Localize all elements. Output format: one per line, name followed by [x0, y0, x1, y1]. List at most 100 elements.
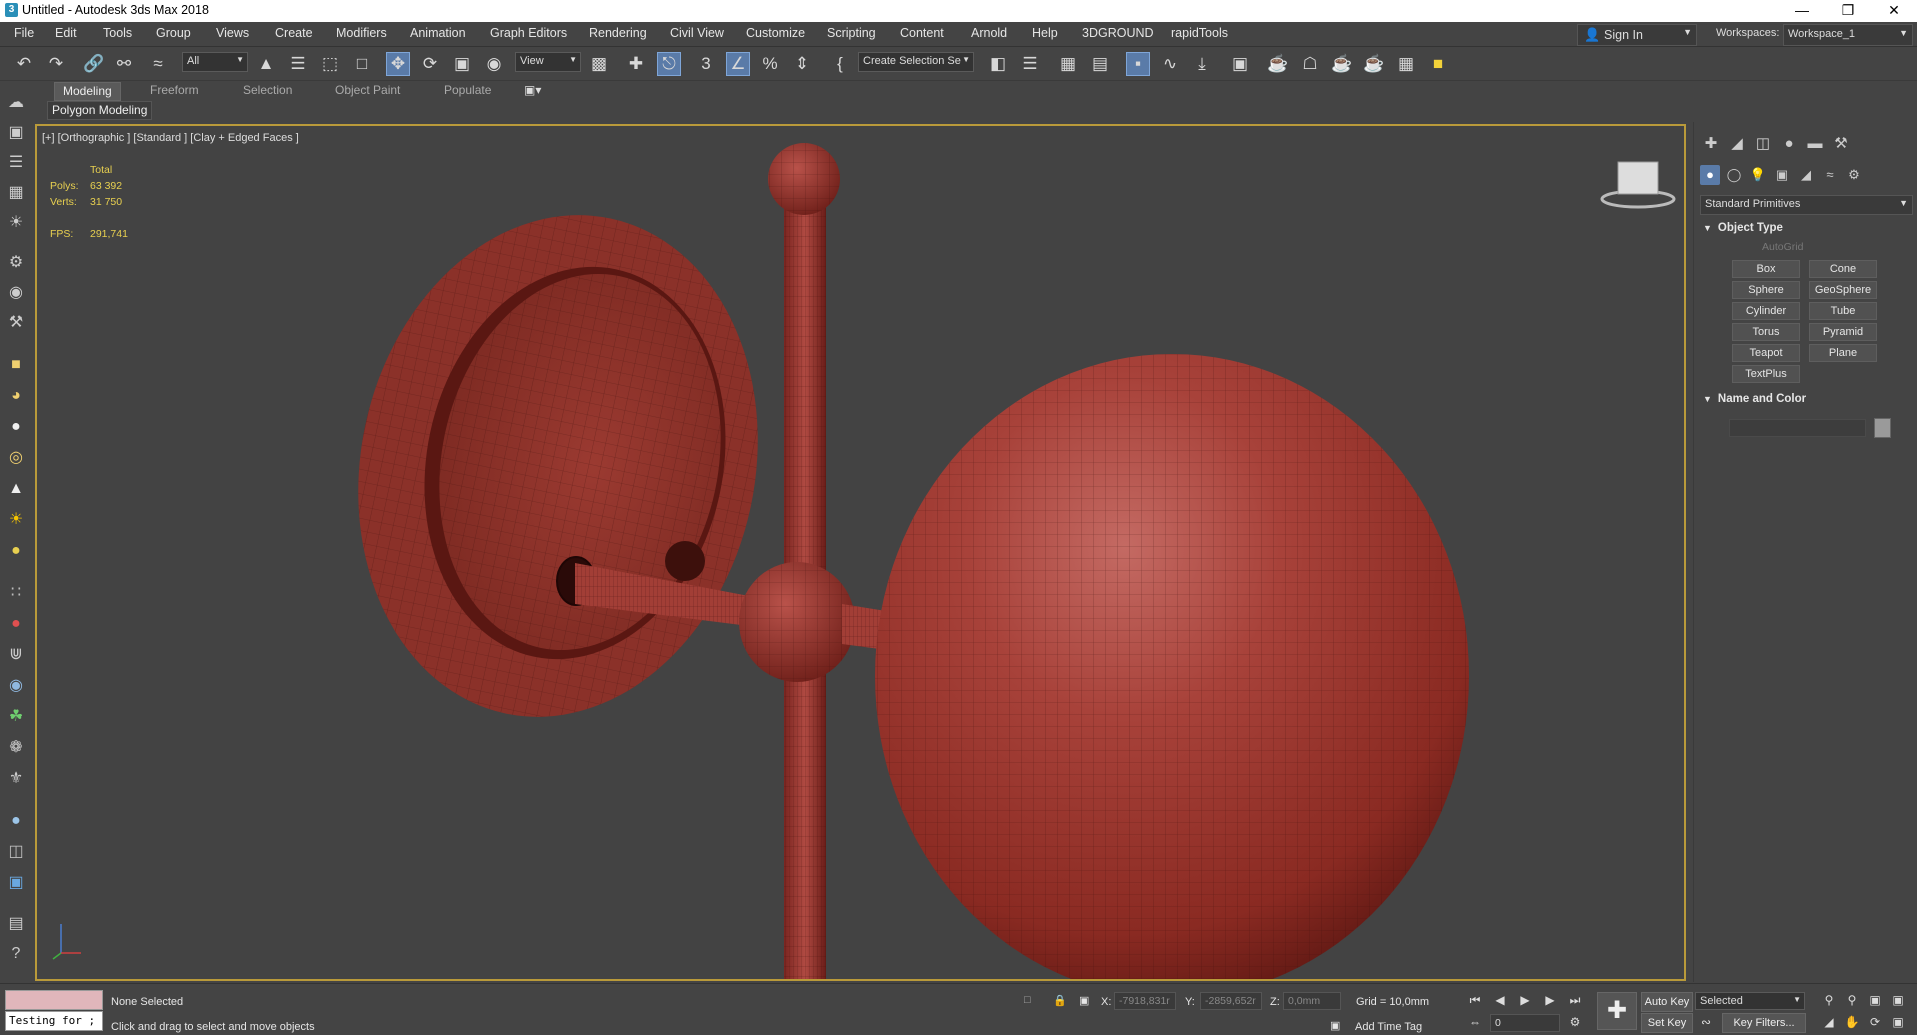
previous-frame-icon[interactable]: ◀ [1491, 992, 1509, 1008]
unlink-icon[interactable]: ⚯ [112, 52, 136, 76]
viewcube[interactable] [1600, 161, 1676, 209]
autogrid-checkbox[interactable]: AutoGrid [1762, 241, 1803, 253]
menu-content[interactable]: Content [900, 26, 944, 40]
bind-space-warp-icon[interactable]: ≈ [146, 52, 170, 76]
a360-gallery-icon[interactable]: ■ [1426, 52, 1450, 76]
menu-help[interactable]: Help [1032, 26, 1058, 40]
menu-animation[interactable]: Animation [410, 26, 466, 40]
menu-create[interactable]: Create [275, 26, 313, 40]
object-name-field[interactable] [1729, 419, 1866, 437]
redo-icon[interactable]: ↷ [44, 52, 68, 76]
sign-in-dropdown[interactable]: 👤 Sign In ▼ [1577, 24, 1697, 46]
toggle-ribbon-icon[interactable]: ▪ [1126, 52, 1150, 76]
box-button[interactable]: Box [1732, 260, 1800, 278]
y-coordinate-field[interactable]: -2859,652r [1200, 992, 1262, 1010]
set-key-button[interactable]: Set Key [1641, 1013, 1693, 1033]
isolate-icon[interactable]: □ [1024, 994, 1031, 1006]
menu-arnold[interactable]: Arnold [971, 26, 1007, 40]
helpers-icon[interactable]: ◢ [1796, 165, 1816, 185]
name-and-color-rollout[interactable]: ▼ Name and Color [1703, 393, 1806, 405]
menu-rapidtools[interactable]: rapidTools [1171, 26, 1228, 40]
render-in-cloud-icon[interactable]: ▦ [1394, 52, 1418, 76]
hierarchy-tab-icon[interactable]: ◫ [1752, 134, 1774, 154]
systems-icon[interactable]: ⚙ [1844, 165, 1864, 185]
viewport-orthographic[interactable]: [+] [Orthographic ] [Standard ] [Clay + … [35, 124, 1686, 981]
z-coordinate-field[interactable]: 0,0mm [1283, 992, 1341, 1010]
named-selection-dropdown[interactable]: Create Selection Se ▼ [858, 52, 974, 72]
torus-button[interactable]: Torus [1732, 323, 1800, 341]
system-icon[interactable]: ⚒ [5, 312, 27, 334]
globe-icon[interactable]: ◉ [5, 675, 27, 697]
select-and-place-icon[interactable]: ◉ [482, 52, 506, 76]
shapes-icon[interactable]: ◯ [1724, 165, 1744, 185]
tab-modeling[interactable]: Modeling [54, 82, 121, 101]
render-iterative-icon[interactable]: ☕ [1362, 52, 1386, 76]
particle-icon[interactable]: ∷ [5, 582, 27, 604]
menu-scripting[interactable]: Scripting [827, 26, 876, 40]
menu-group[interactable]: Group [156, 26, 191, 40]
render-icon[interactable]: ▣ [5, 872, 27, 894]
add-time-tag[interactable]: Add Time Tag [1355, 1021, 1422, 1033]
keyboard-shortcut-override-icon[interactable]: ⎋ [657, 52, 681, 76]
tab-populate[interactable]: Populate [436, 82, 499, 99]
camera-icon[interactable]: ◉ [5, 282, 27, 304]
primitives-category-dropdown[interactable]: Standard Primitives ▼ [1700, 195, 1913, 215]
play-icon[interactable]: ▶ [1516, 992, 1534, 1008]
set-key-big-button[interactable]: ✚ [1597, 992, 1637, 1030]
go-to-start-icon[interactable]: ⏮ [1466, 992, 1484, 1008]
ribbon-options-icon[interactable]: ▣▾ [516, 82, 549, 99]
hierarchy-icon[interactable]: ◫ [5, 841, 27, 863]
render-setup-icon[interactable]: ☕ [1266, 52, 1290, 76]
default-tangent-icon[interactable]: ∾ [1697, 1014, 1715, 1030]
schematic-view-icon[interactable]: ⤓ [1190, 52, 1214, 76]
manipulate-icon[interactable]: ✚ [624, 52, 648, 76]
object-type-rollout[interactable]: ▼ Object Type [1703, 222, 1783, 234]
menu-rendering[interactable]: Rendering [589, 26, 647, 40]
utility-icon[interactable]: ▤ [5, 913, 27, 935]
transform-type-in-icon[interactable]: ▣ [1079, 994, 1089, 1007]
select-object-icon[interactable]: ▲ [254, 52, 278, 76]
lock-icon[interactable]: 🔒 [1053, 994, 1067, 1007]
sphere-blue-icon[interactable]: ● [5, 810, 27, 832]
time-configuration-icon[interactable]: ⚙ [1566, 1014, 1584, 1030]
orbit-icon[interactable]: ⟳ [1866, 1014, 1884, 1030]
sphere-icon[interactable]: ● [5, 416, 27, 438]
box-primitive-icon[interactable]: ■ [5, 354, 27, 376]
geosphere-button[interactable]: GeoSphere [1809, 281, 1877, 299]
menu-3dground[interactable]: 3DGROUND [1082, 26, 1154, 40]
snaps-toggle-icon[interactable]: 3 [694, 52, 718, 76]
dynamics-icon[interactable]: ● [5, 613, 27, 635]
close-button[interactable]: ✕ [1871, 0, 1917, 22]
zoom-extents-all-icon[interactable]: ▣ [1889, 992, 1907, 1008]
menu-civil-view[interactable]: Civil View [670, 26, 724, 40]
menu-file[interactable]: File [14, 26, 34, 40]
space-warps-icon[interactable]: ≈ [1820, 165, 1840, 185]
lights-icon[interactable]: 💡 [1748, 165, 1768, 185]
render-production-icon[interactable]: ☕ [1330, 52, 1354, 76]
material-editor-icon[interactable]: ▣ [1228, 52, 1252, 76]
sphere-button[interactable]: Sphere [1732, 281, 1800, 299]
align-icon[interactable]: ☰ [1018, 52, 1042, 76]
plane-button[interactable]: Plane [1809, 344, 1877, 362]
rectangular-selection-icon[interactable]: ⬚ [318, 52, 342, 76]
utilities-tab-icon[interactable]: ⚒ [1830, 134, 1852, 154]
textplus-button[interactable]: TextPlus [1732, 365, 1800, 383]
help-icon[interactable]: ? [5, 943, 27, 965]
maxscript-listener-input[interactable]: Testing for ; [5, 1011, 103, 1031]
pivot-center-icon[interactable]: ▩ [587, 52, 611, 76]
cone-button[interactable]: Cone [1809, 260, 1877, 278]
zoom-all-icon[interactable]: ⚲ [1843, 992, 1861, 1008]
zoom-extents-icon[interactable]: ▣ [1866, 992, 1884, 1008]
angle-snap-icon[interactable]: ∠ [726, 52, 750, 76]
auto-key-button[interactable]: Auto Key [1641, 992, 1693, 1012]
zoom-icon[interactable]: ⚲ [1820, 992, 1838, 1008]
next-frame-icon[interactable]: ▶ [1541, 992, 1559, 1008]
geometry-icon[interactable]: ● [1700, 165, 1720, 185]
key-mode-dropdown[interactable]: Selected ▼ [1695, 992, 1805, 1010]
bones-icon[interactable]: ⋓ [5, 644, 27, 666]
cameras-icon[interactable]: ▣ [1772, 165, 1792, 185]
undo-icon[interactable]: ↶ [12, 52, 36, 76]
add-time-tag-icon[interactable]: ▣ [1330, 1019, 1340, 1032]
edit-named-selection-icon[interactable]: { [828, 52, 852, 76]
modify-tab-icon[interactable]: ◢ [1726, 134, 1748, 154]
